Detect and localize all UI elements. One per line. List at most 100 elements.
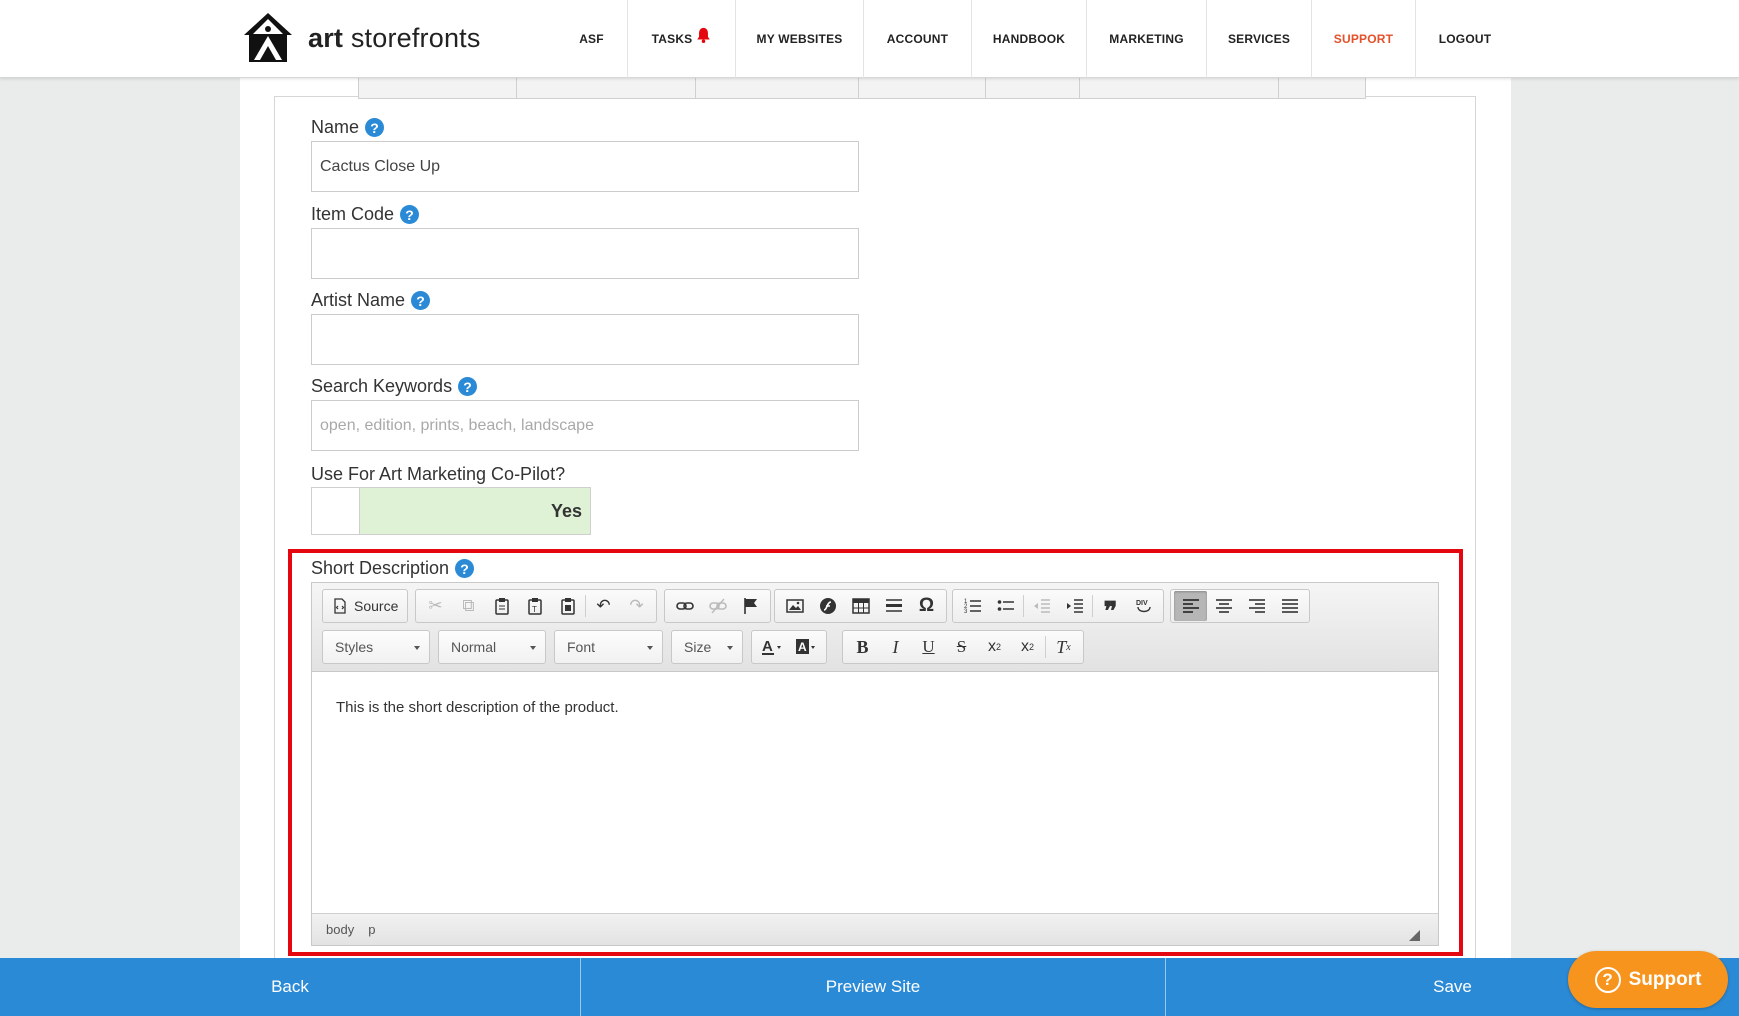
nav-item-services[interactable]: SERVICES: [1207, 0, 1312, 78]
bottom-action-bar: Back Preview Site Save: [0, 958, 1739, 1016]
brand-name: art storefronts: [308, 22, 481, 53]
short-description-label: Short Description ?: [311, 558, 475, 579]
align-left-icon[interactable]: [1174, 591, 1207, 621]
tab[interactable]: [985, 78, 1079, 99]
undo-icon[interactable]: ↶: [587, 591, 620, 621]
italic-icon[interactable]: I: [879, 632, 912, 662]
svg-text:T: T: [532, 605, 537, 614]
source-button[interactable]: Source: [326, 591, 404, 621]
main-nav: ASF TASKS MY WEBSITES ACCOUNT HANDBOOK M…: [556, 0, 1514, 78]
blockquote-icon[interactable]: ❞: [1094, 591, 1127, 626]
nav-item-tasks-label: TASKS: [651, 32, 693, 46]
link-group: [664, 589, 771, 623]
nav-item-tasks[interactable]: TASKS: [628, 0, 736, 78]
back-button[interactable]: Back: [0, 958, 581, 1016]
source-group: Source: [322, 589, 409, 623]
path-p[interactable]: p: [368, 922, 375, 937]
editor-content-area[interactable]: This is the short description of the pro…: [312, 673, 1438, 913]
editor-toolbar: Source ✂ ⧉ T ↶ ↷ Ω 1 2 3 ❞ DIV Styles No…: [312, 583, 1438, 672]
tab[interactable]: [858, 78, 985, 99]
source-icon: [334, 598, 346, 614]
align-group: [1170, 589, 1310, 623]
align-center-icon[interactable]: [1207, 591, 1240, 621]
toggle-knob[interactable]: [312, 488, 360, 534]
tab[interactable]: [695, 78, 858, 99]
name-label: Name ?: [311, 117, 385, 138]
svg-text:3: 3: [964, 609, 968, 615]
background-color-icon[interactable]: A: [789, 632, 823, 662]
artist-name-input[interactable]: [311, 314, 859, 365]
paste-text-icon[interactable]: T: [518, 591, 551, 621]
paste-icon[interactable]: [485, 591, 518, 621]
list-group: 123 ❞ DIV: [952, 589, 1164, 626]
table-icon[interactable]: [844, 591, 877, 621]
toolbar-separator: [1045, 636, 1046, 658]
text-color-icon[interactable]: A: [755, 632, 789, 662]
tab[interactable]: [1278, 78, 1366, 99]
art-storefronts-house-icon: [244, 13, 292, 62]
numbered-list-icon[interactable]: 123: [956, 591, 989, 621]
create-div-icon[interactable]: DIV: [1127, 591, 1160, 621]
help-icon[interactable]: ?: [400, 205, 420, 224]
anchor-flag-icon[interactable]: [734, 591, 767, 621]
cut-icon[interactable]: ✂: [419, 591, 452, 621]
underline-icon[interactable]: U: [912, 632, 945, 662]
toolbar-separator: [1092, 595, 1093, 617]
svg-text:DIV: DIV: [1136, 600, 1148, 607]
tab[interactable]: [516, 78, 695, 99]
nav-item-account[interactable]: ACCOUNT: [864, 0, 972, 78]
special-char-icon[interactable]: Ω: [910, 591, 943, 621]
rich-text-editor: Source ✂ ⧉ T ↶ ↷ Ω 1 2 3 ❞ DIV Styles No…: [311, 582, 1439, 946]
nav-item-handbook[interactable]: HANDBOOK: [972, 0, 1087, 78]
outdent-icon[interactable]: [1025, 591, 1058, 621]
item-code-input[interactable]: [311, 228, 859, 279]
brand-logo[interactable]: art storefronts: [240, 10, 481, 66]
size-dropdown[interactable]: Size: [671, 630, 743, 664]
help-icon[interactable]: ?: [365, 118, 385, 137]
paste-word-icon[interactable]: [551, 591, 584, 621]
redo-icon[interactable]: ↷: [620, 591, 653, 621]
flash-icon[interactable]: [811, 591, 844, 621]
horizontal-rule-icon[interactable]: [877, 591, 910, 621]
help-icon[interactable]: ?: [411, 291, 431, 310]
name-input[interactable]: [311, 141, 859, 192]
image-icon[interactable]: [778, 591, 811, 621]
align-right-icon[interactable]: [1240, 591, 1273, 621]
unlink-icon[interactable]: [701, 591, 734, 621]
strikethrough-icon[interactable]: S: [945, 632, 978, 662]
bulleted-list-icon[interactable]: [989, 591, 1022, 621]
nav-item-logout[interactable]: LOGOUT: [1416, 0, 1514, 78]
artist-name-label: Artist Name ?: [311, 290, 431, 311]
copilot-label: Use For Art Marketing Co-Pilot?: [311, 464, 566, 484]
superscript-icon[interactable]: x2: [1011, 632, 1044, 662]
help-icon[interactable]: ?: [458, 377, 478, 396]
tab[interactable]: [1079, 78, 1278, 99]
path-body[interactable]: body: [326, 922, 354, 937]
align-justify-icon[interactable]: [1273, 591, 1306, 621]
nav-item-asf[interactable]: ASF: [556, 0, 628, 78]
chevron-down-icon: [530, 646, 536, 650]
copy-icon[interactable]: ⧉: [452, 591, 485, 621]
bell-icon: [697, 27, 711, 43]
indent-icon[interactable]: [1058, 591, 1091, 621]
support-chat-button[interactable]: ? Support: [1568, 951, 1728, 1008]
subscript-icon[interactable]: x2: [978, 632, 1011, 662]
remove-format-icon[interactable]: Tx: [1047, 632, 1080, 662]
copilot-toggle[interactable]: Yes: [311, 487, 591, 535]
preview-site-button[interactable]: Preview Site: [581, 958, 1166, 1016]
nav-item-my-websites[interactable]: MY WEBSITES: [736, 0, 864, 78]
resize-grip-icon[interactable]: [1409, 930, 1420, 941]
format-dropdown[interactable]: Normal: [438, 630, 546, 664]
nav-item-marketing[interactable]: MARKETING: [1087, 0, 1207, 78]
chevron-down-icon: [727, 646, 733, 650]
chevron-down-icon: [647, 646, 653, 650]
help-icon[interactable]: ?: [455, 559, 475, 578]
toggle-state-label: Yes: [360, 488, 590, 534]
link-icon[interactable]: [668, 591, 701, 621]
styles-dropdown[interactable]: Styles: [322, 630, 430, 664]
nav-item-support[interactable]: SUPPORT: [1312, 0, 1416, 78]
tab[interactable]: [358, 78, 516, 99]
bold-icon[interactable]: B: [846, 632, 879, 662]
search-keywords-input[interactable]: [311, 400, 859, 451]
font-dropdown[interactable]: Font: [554, 630, 663, 664]
